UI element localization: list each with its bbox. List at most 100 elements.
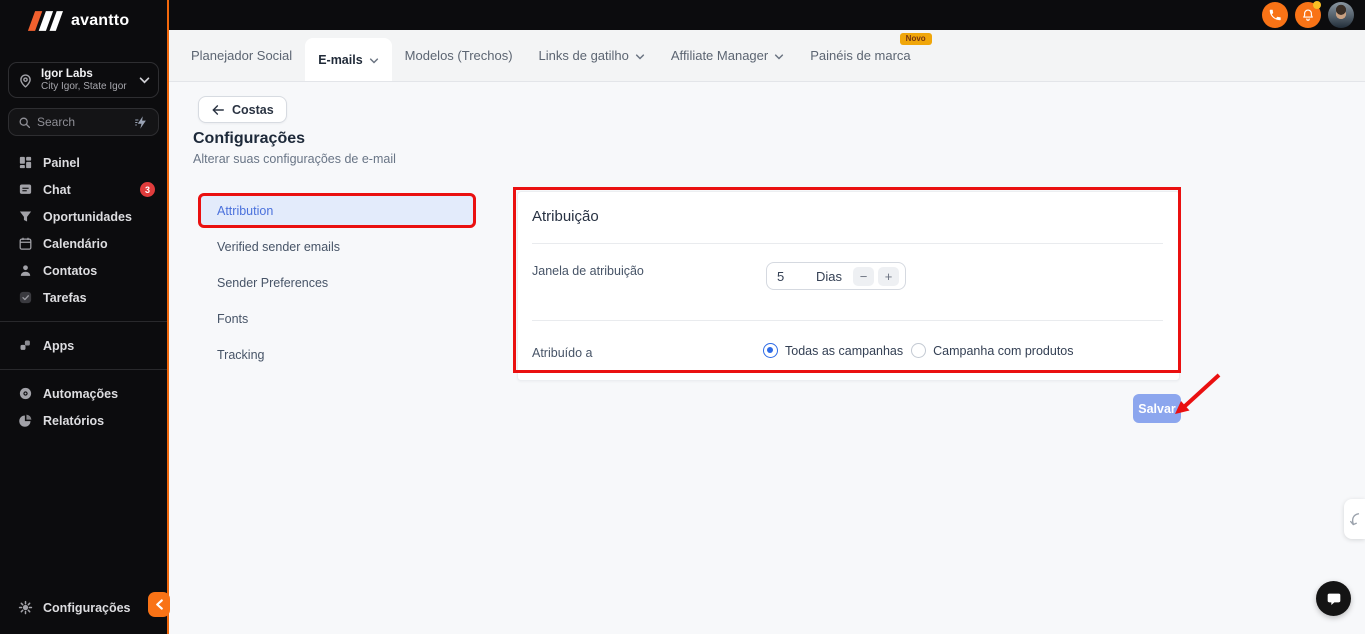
sidebar-nav: Painel Chat 3 Oportunidades Calendário C… [0,149,167,311]
sidebar-footer: Configurações [0,594,167,634]
panel-divider [532,243,1163,244]
sidebar-item-label: Relatórios [43,413,105,428]
radio-label: Campanha com produtos [933,343,1074,358]
location-name: Igor Labs [41,68,93,80]
location-selector[interactable]: Igor Labs City Igor, State Igor [8,62,159,98]
sidebar-item-relatorios[interactable]: Relatórios [0,407,167,434]
curve-arrow-icon [1349,512,1361,526]
main-area: Planejador Social E-mails Modelos (Trech… [169,0,1365,634]
search-input[interactable] [37,115,128,129]
attribution-window-stepper: Dias − + [766,262,906,290]
sidebar: avantto Igor Labs City Igor, State Igor [0,0,170,634]
back-button-label: Costas [232,102,274,117]
notification-dot [1313,1,1321,9]
menu-item-label: Verified sender emails [217,239,340,254]
save-button[interactable]: Salvar [1133,394,1181,423]
sidebar-item-contatos[interactable]: Contatos [0,257,167,284]
sidebar-item-label: Calendário [43,236,108,251]
phone-icon [1268,8,1282,22]
apps-icon [18,338,33,353]
sidebar-divider [0,321,167,322]
chat-bubble-icon [1326,591,1342,607]
increment-button[interactable]: + [878,266,899,286]
panel-divider [532,320,1163,321]
sidebar-item-painel[interactable]: Painel [0,149,167,176]
menu-item-tracking[interactable]: Tracking [201,340,473,369]
tab-planejador-social[interactable]: Planejador Social [178,30,305,81]
contact-icon [18,263,33,278]
attribution-window-unit: Dias [815,268,842,284]
tab-label: Links de gatilho [538,48,629,63]
menu-item-label: Sender Preferences [217,275,329,290]
page-subtitle: Alterar suas configurações de e-mail [193,152,396,166]
tab-label: E-mails [318,52,363,67]
tab-affiliate-manager[interactable]: Affiliate Manager [658,30,797,81]
sidebar-item-automacoes[interactable]: Automações [0,380,167,407]
location-text: Igor Labs City Igor, State Igor [41,67,132,93]
gear-icon [18,600,33,615]
sidebar-item-label: Painel [43,155,80,170]
tab-emails[interactable]: E-mails [305,38,392,81]
sidebar-collapse-button[interactable] [148,592,170,617]
settings-menu: Attribution Verified sender emails Sende… [198,193,476,376]
avantto-logo-icon [27,10,63,32]
phone-button[interactable] [1262,2,1288,28]
side-widget-handle[interactable] [1344,499,1365,539]
chevron-left-icon [155,599,164,610]
automation-icon [18,386,33,401]
radio-selected-icon [763,343,778,358]
location-subtitle: City Igor, State Igor [41,81,127,92]
tab-label: Painéis de marca [810,48,911,63]
sidebar-item-oportunidades[interactable]: Oportunidades [0,203,167,230]
sidebar-item-label: Apps [43,338,75,353]
radio-label: Todas as campanhas [785,343,904,358]
user-avatar[interactable] [1328,2,1354,28]
top-tab-bar: Planejador Social E-mails Modelos (Trech… [169,30,1365,82]
chat-unread-badge: 3 [140,182,155,197]
menu-item-attribution[interactable]: Attribution [198,193,476,228]
menu-item-fonts[interactable]: Fonts [201,304,473,333]
radio-campanha-com-produtos[interactable]: Campanha com produtos [911,343,1074,358]
tab-modelos-trechos[interactable]: Modelos (Trechos) [392,30,526,81]
sidebar-item-label: Contatos [43,263,98,278]
search-bar [8,108,159,136]
brand-logo: avantto [0,0,167,33]
novo-badge: Novo [899,33,932,45]
attribution-window-input[interactable] [767,268,809,284]
tab-paineis-de-marca[interactable]: Painéis de marca Novo [797,30,932,81]
back-button[interactable]: Costas [198,96,287,123]
sidebar-item-calendario[interactable]: Calendário [0,230,167,257]
sidebar-item-apps[interactable]: Apps [0,332,167,359]
sidebar-item-label: Configurações [43,600,131,615]
sidebar-item-label: Tarefas [43,290,87,305]
radio-todas-as-campanhas[interactable]: Todas as campanhas [763,343,903,358]
tab-label: Affiliate Manager [670,48,769,63]
decrement-button[interactable]: − [853,266,874,286]
attribution-window-label: Janela de atribuição [532,264,644,278]
tab-links-de-gatilho[interactable]: Links de gatilho [526,30,658,81]
bolt-icon[interactable] [134,115,149,130]
page-title: Configurações [193,130,306,147]
back-arrow-icon [211,104,225,116]
radio-unselected-icon [911,343,927,358]
menu-item-sender-preferences[interactable]: Sender Preferences [201,268,473,297]
sidebar-item-chat[interactable]: Chat 3 [0,176,167,203]
bell-icon [1301,8,1315,22]
sidebar-item-label: Chat [43,182,71,197]
reports-icon [18,413,33,428]
tasks-icon [18,290,33,305]
panel-title: Atribuição [532,208,599,225]
tab-label: Planejador Social [191,48,293,63]
attributed-to-label: Atribuído a [532,346,593,360]
sidebar-item-configuracoes[interactable]: Configurações [0,594,167,621]
brand-name: avantto [71,12,130,29]
support-chat-button[interactable] [1316,581,1351,616]
dashboard-icon [18,155,33,170]
sidebar-item-tarefas[interactable]: Tarefas [0,284,167,311]
topbar [169,0,1365,30]
chat-icon [18,182,33,197]
menu-item-verified-sender-emails[interactable]: Verified sender emails [201,232,473,261]
attributed-to-options: Todas as campanhas Campanha com produtos [763,343,1074,358]
notifications-button[interactable] [1295,1,1321,28]
sidebar-item-label: Oportunidades [43,209,132,224]
